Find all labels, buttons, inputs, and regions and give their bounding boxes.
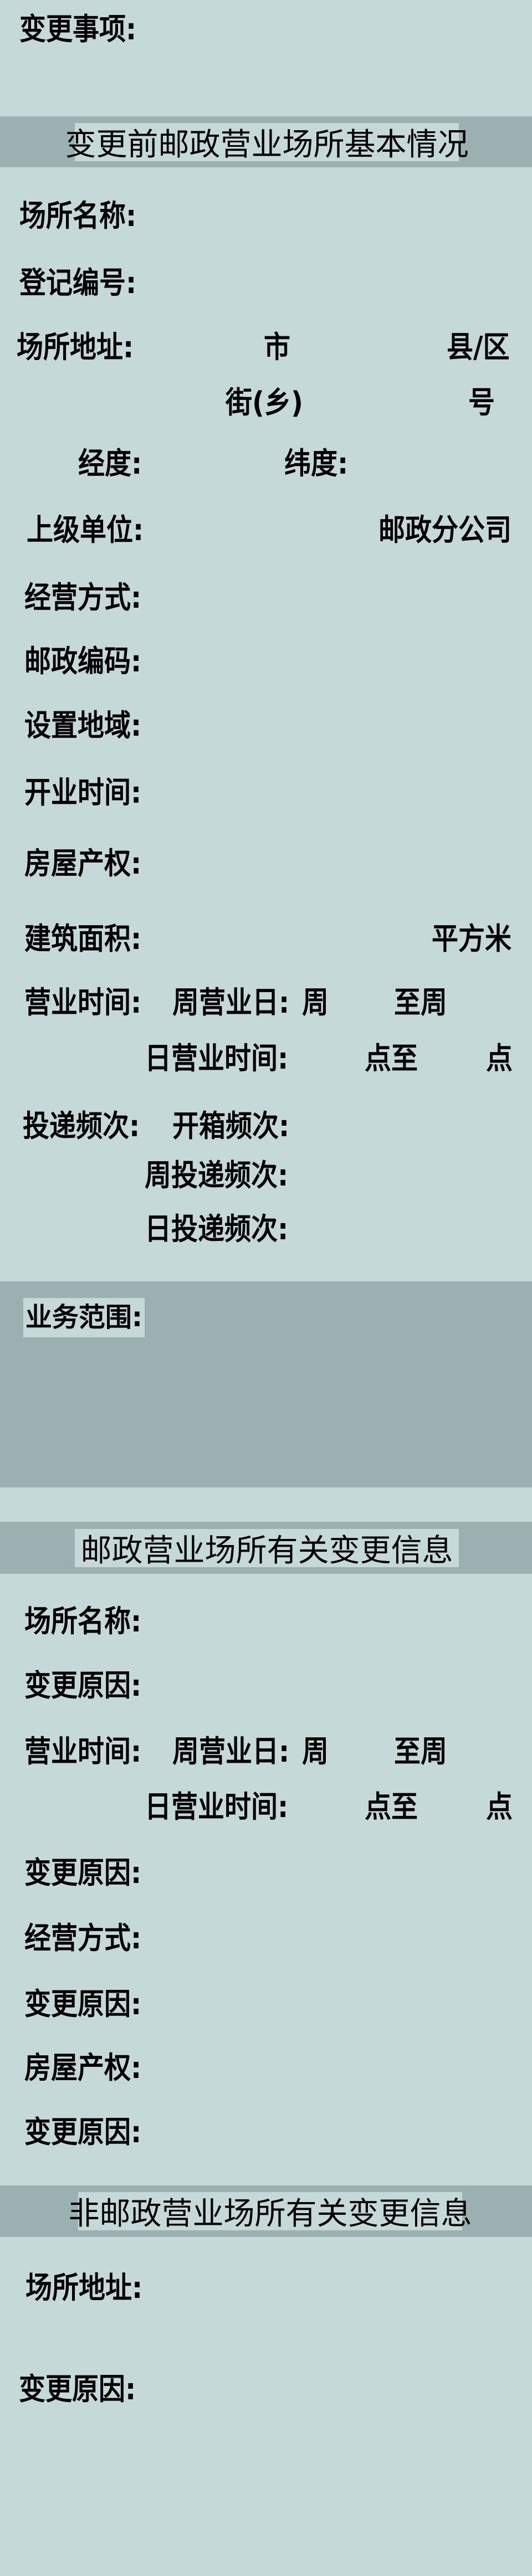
superior-suffix: 邮政分公司 [378, 512, 512, 548]
postcode-label: 邮政编码: [24, 644, 142, 679]
daily-delivery-label: 日投递频次: [145, 1212, 289, 1247]
s2-reason-label: 变更原因: [24, 1855, 142, 1891]
delivery-label: 投递频次: [23, 1109, 140, 1144]
s2-daily-hours-label: 日营业时间: [145, 1789, 289, 1825]
s3-reason-label: 变更原因: [19, 2372, 136, 2407]
section2-title: 邮政营业场所有关变更信息 [75, 1529, 459, 1569]
longitude-label: 经度: [78, 446, 142, 481]
city-label: 市 [264, 330, 291, 365]
area-label: 建筑面积: [24, 921, 142, 957]
s2-reason-label: 变更原因: [24, 2115, 142, 2150]
latitude-label: 纬度: [284, 446, 349, 481]
area-unit: 平方米 [432, 921, 512, 957]
hour-to: 点至 [365, 1041, 418, 1076]
property-label: 房屋产权: [24, 846, 142, 881]
street-label: 街(乡) [226, 385, 303, 420]
box-freq-label: 开箱频次: [172, 1109, 290, 1144]
s2-hours-label: 营业时间: [24, 1734, 142, 1769]
section3-title: 非邮政营业场所有关变更信息 [69, 2192, 472, 2232]
s2-property-label: 房屋产权: [24, 2050, 142, 2086]
scope-label: 业务范围: [23, 1298, 145, 1337]
weekdays-label: 周营业日: [172, 985, 290, 1020]
week-from: 周 [302, 985, 329, 1020]
section1-title: 变更前邮政营业场所基本情况 [65, 123, 469, 163]
superior-label: 上级单位: [27, 512, 144, 548]
region-label: 设置地域: [24, 708, 142, 743]
s2-reason-label: 变更原因: [24, 1668, 142, 1703]
s2-reason-label: 变更原因: [24, 1987, 142, 2022]
number-label: 号 [468, 385, 495, 420]
s3-address-label: 场所地址: [25, 2270, 143, 2306]
address-label: 场所地址: [17, 330, 134, 365]
s2-week-from: 周 [302, 1734, 329, 1769]
s2-weekdays-label: 周营业日: [172, 1734, 290, 1769]
s2-hour-end: 点 [486, 1789, 513, 1825]
s2-name-label: 场所名称: [24, 1604, 142, 1639]
s2-mode-label: 经营方式: [24, 1921, 142, 1956]
s2-week-to: 至周 [394, 1734, 448, 1769]
s2-hour-to: 点至 [365, 1789, 418, 1825]
opening-label: 开业时间: [24, 775, 142, 810]
weekly-delivery-label: 周投递频次: [145, 1158, 289, 1193]
change-items-label: 变更事项: [19, 12, 137, 47]
week-to: 至周 [394, 985, 448, 1020]
hours-label: 营业时间: [24, 985, 142, 1020]
county-label: 县/区 [447, 330, 510, 365]
reg-no-label: 登记编号: [19, 265, 137, 301]
hour-end: 点 [486, 1041, 513, 1076]
daily-hours-label: 日营业时间: [145, 1041, 289, 1076]
name-label: 场所名称: [19, 198, 137, 234]
mode-label: 经营方式: [24, 580, 142, 615]
